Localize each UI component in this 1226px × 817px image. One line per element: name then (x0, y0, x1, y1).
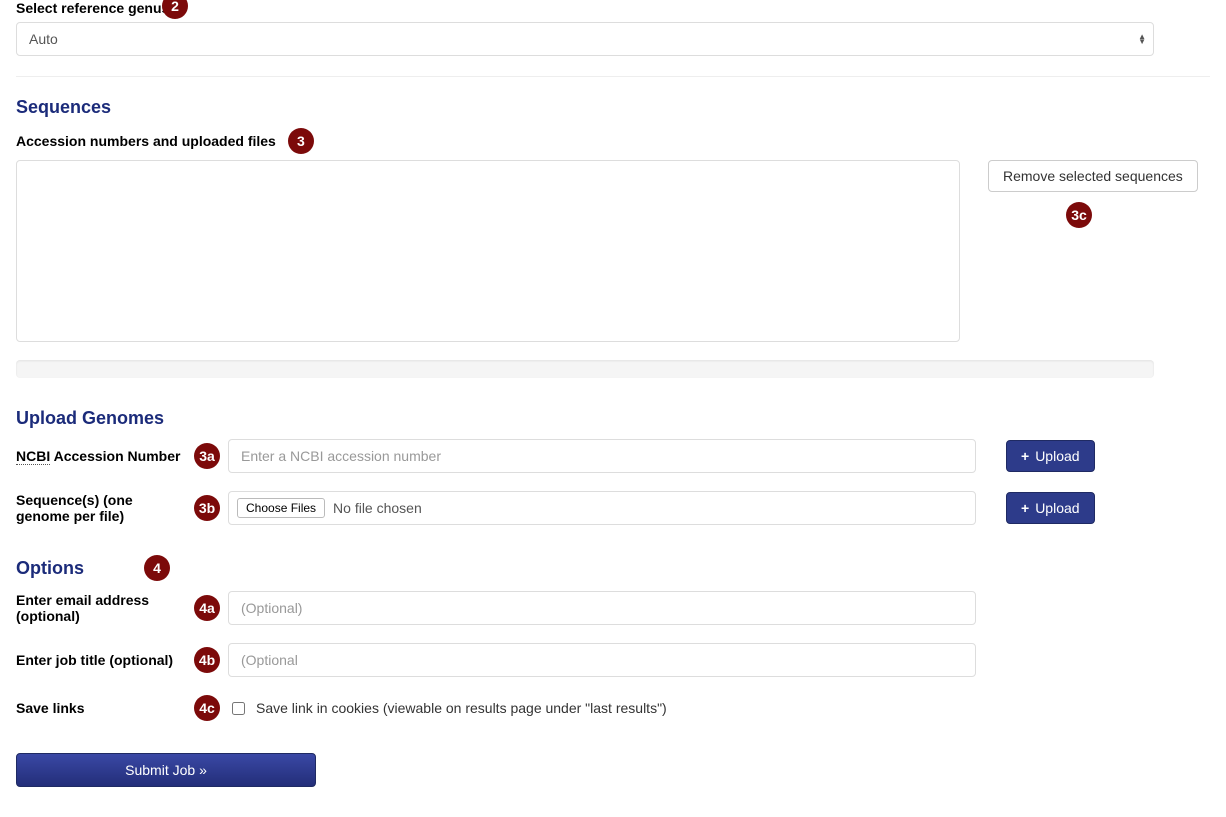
save-links-text: Save link in cookies (viewable on result… (256, 700, 667, 716)
progress-bar (16, 360, 1154, 378)
options-heading: Options (16, 558, 84, 579)
email-label: Enter email address (optional) (16, 592, 188, 624)
step-badge-4c: 4c (194, 695, 220, 721)
step-badge-3b: 3b (194, 495, 220, 521)
email-input[interactable] (228, 591, 976, 625)
step-badge-4b: 4b (194, 647, 220, 673)
step-badge-3: 3 (288, 128, 314, 154)
upload-heading: Upload Genomes (16, 408, 1210, 429)
job-title-label: Enter job title (optional) (16, 652, 188, 668)
file-upload-button[interactable]: +Upload (1006, 492, 1095, 524)
choose-files-button[interactable]: Choose Files (237, 498, 325, 518)
ncbi-accession-label: NCBI Accession Number (16, 448, 188, 464)
step-badge-3c: 3c (1066, 202, 1092, 228)
reference-genus-select[interactable]: Auto (16, 22, 1154, 56)
divider (16, 76, 1210, 77)
sequences-listbox[interactable] (16, 160, 960, 342)
ncbi-accession-input[interactable] (228, 439, 976, 473)
sequences-sublabel: Accession numbers and uploaded files (16, 133, 276, 149)
remove-selected-button[interactable]: Remove selected sequences (988, 160, 1198, 192)
step-badge-2: 2 (162, 0, 188, 19)
plus-icon: + (1021, 448, 1029, 464)
plus-icon: + (1021, 500, 1029, 516)
sequence-file-input-wrap[interactable]: Choose Files No file chosen (228, 491, 976, 525)
save-links-checkbox[interactable] (232, 702, 245, 715)
step-badge-4a: 4a (194, 595, 220, 621)
step-badge-3a: 3a (194, 443, 220, 469)
submit-job-button[interactable]: Submit Job » (16, 753, 316, 787)
step-badge-4: 4 (144, 555, 170, 581)
reference-genus-label: Select reference genus: (16, 0, 174, 16)
job-title-input[interactable] (228, 643, 976, 677)
save-links-label: Save links (16, 700, 188, 716)
sequence-files-label: Sequence(s) (one genome per file) (16, 492, 188, 524)
sequences-heading: Sequences (16, 97, 1210, 118)
file-chosen-text: No file chosen (333, 500, 422, 516)
ncbi-upload-button[interactable]: +Upload (1006, 440, 1095, 472)
